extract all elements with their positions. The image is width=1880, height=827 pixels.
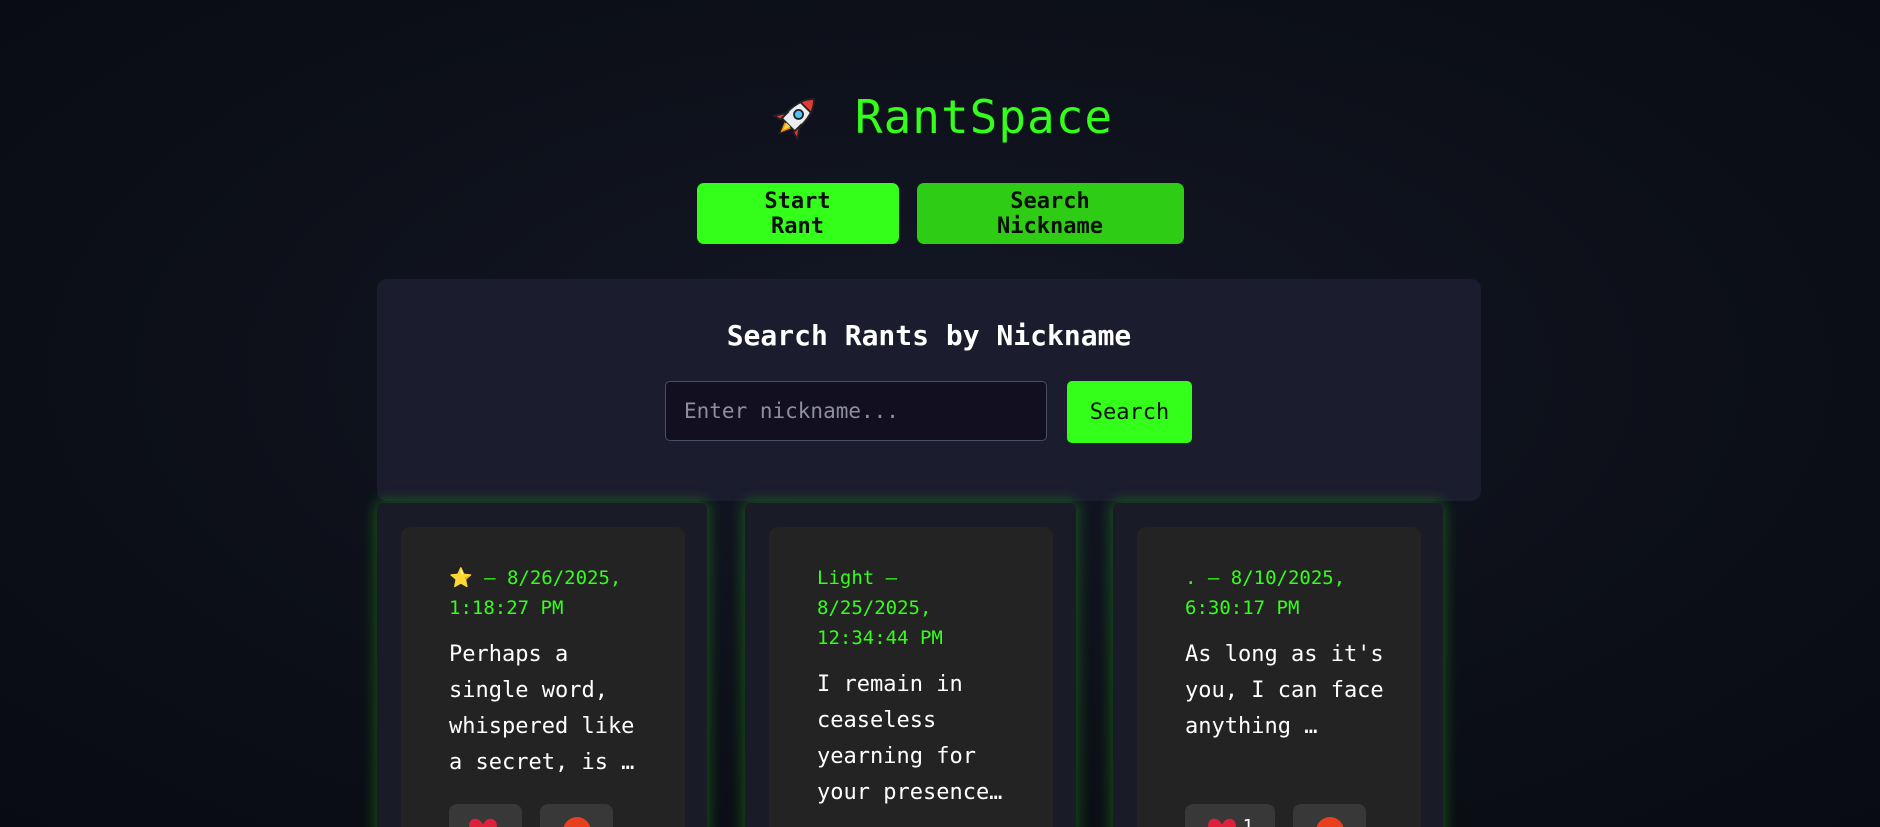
rant-meta: Light – 8/25/2025, 12:34:44 PM bbox=[817, 567, 943, 649]
search-panel: Search Rants by Nickname Search bbox=[377, 279, 1481, 501]
rant-column: Light – 8/25/2025, 12:34:44 PM I remain … bbox=[745, 503, 1076, 827]
reaction-button[interactable] bbox=[1293, 804, 1366, 827]
header: RantSpace bbox=[0, 88, 1880, 150]
reaction-button[interactable] bbox=[540, 804, 613, 827]
nav-bar: Start Rant Search Nickname bbox=[0, 183, 1880, 244]
rocket-icon bbox=[771, 98, 815, 142]
rant-text: As long as it's you, I can face anything… bbox=[1185, 642, 1384, 739]
search-heading: Search Rants by Nickname bbox=[726, 319, 1132, 352]
search-button[interactable]: Search bbox=[1067, 381, 1192, 443]
rant-card[interactable]: . – 8/10/2025, 6:30:17 PM As long as it'… bbox=[1137, 527, 1421, 827]
rant-column: . – 8/10/2025, 6:30:17 PM As long as it'… bbox=[1113, 503, 1443, 827]
rant-column: ⭐ – 8/26/2025, 1:18:27 PM Perhaps a sing… bbox=[377, 503, 707, 827]
rant-meta: ⭐ – 8/26/2025, 1:18:27 PM bbox=[449, 567, 622, 619]
rant-text: I remain in ceaseless yearning for your … bbox=[817, 672, 1003, 805]
red-circle-icon bbox=[1316, 817, 1343, 827]
rant-card[interactable]: ⭐ – 8/26/2025, 1:18:27 PM Perhaps a sing… bbox=[401, 527, 685, 827]
like-button[interactable] bbox=[449, 804, 522, 827]
rant-actions bbox=[449, 804, 613, 827]
search-nickname-button[interactable]: Search Nickname bbox=[916, 183, 1184, 244]
page: RantSpace Start Rant Search Nickname Sea… bbox=[0, 0, 1880, 827]
like-button[interactable]: 1 bbox=[1185, 804, 1275, 827]
like-count: 1 bbox=[1242, 816, 1254, 827]
rant-card[interactable]: Light – 8/25/2025, 12:34:44 PM I remain … bbox=[769, 527, 1053, 827]
nickname-search-input[interactable] bbox=[665, 381, 1047, 441]
heart-icon bbox=[468, 818, 497, 827]
rant-meta: . – 8/10/2025, 6:30:17 PM bbox=[1185, 567, 1346, 619]
red-circle-icon bbox=[563, 817, 590, 827]
rant-text: Perhaps a single word, whispered like a … bbox=[449, 642, 635, 775]
app-title-text: RantSpace bbox=[854, 90, 1114, 144]
heart-icon bbox=[1207, 818, 1236, 827]
rant-actions: 1 bbox=[1185, 804, 1366, 827]
app-title: RantSpace bbox=[767, 88, 1113, 146]
start-rant-button[interactable]: Start Rant bbox=[696, 183, 899, 244]
